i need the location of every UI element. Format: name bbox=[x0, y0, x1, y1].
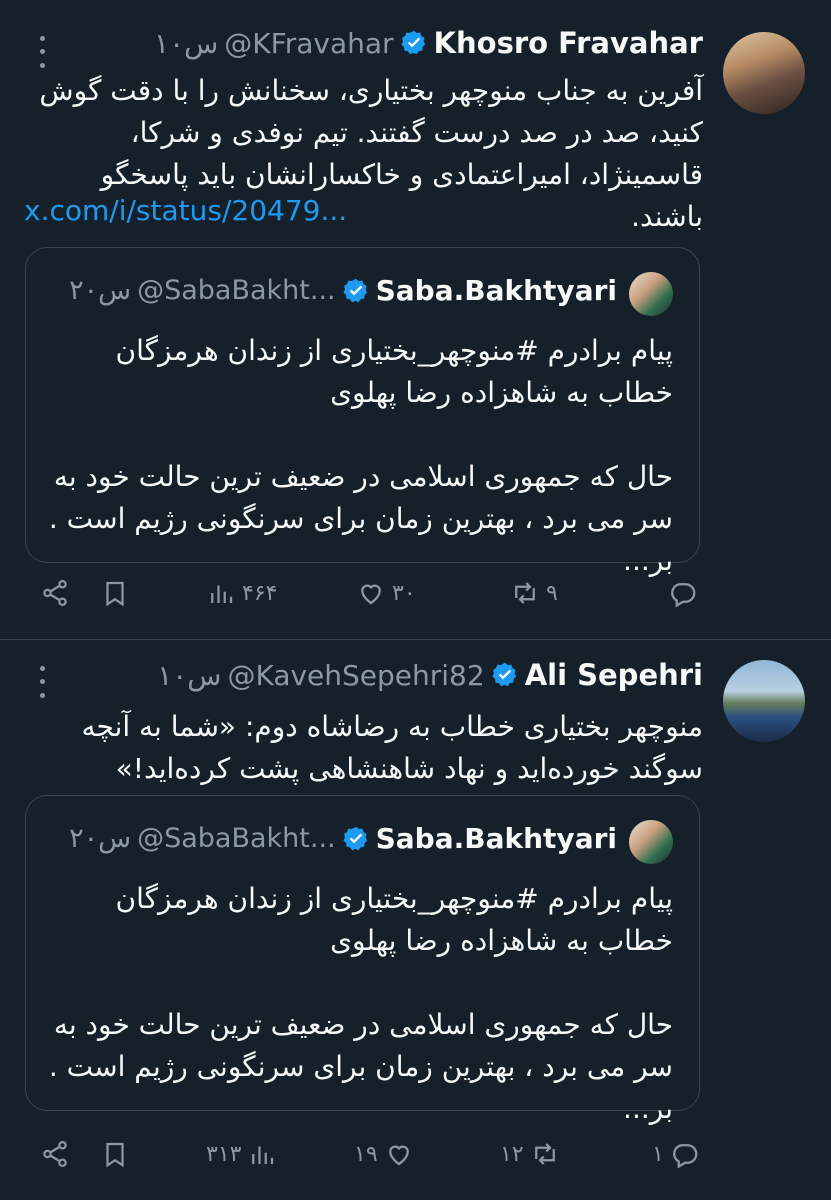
avatar[interactable] bbox=[723, 660, 805, 742]
action-bar: ۹ ۳۰ ۴۶۴ bbox=[0, 578, 831, 628]
retweet-count: ۱۲ bbox=[500, 1141, 524, 1167]
tweet-time[interactable]: ۱۰س bbox=[157, 659, 221, 692]
verified-badge-icon bbox=[343, 826, 367, 850]
reply-icon bbox=[671, 583, 696, 608]
verified-badge-icon bbox=[401, 30, 425, 55]
like-button[interactable]: ۳۰ bbox=[356, 578, 416, 608]
quote-time: ۲۰س bbox=[69, 823, 132, 854]
heart-icon bbox=[388, 1145, 409, 1166]
quote-author-name: Saba.Bakhtyari bbox=[375, 822, 617, 855]
bookmark-icon bbox=[106, 581, 124, 607]
author-name[interactable]: Khosro Fravahar bbox=[434, 26, 703, 60]
share-button[interactable] bbox=[40, 1139, 70, 1169]
retweet-count: ۹ bbox=[546, 580, 558, 606]
bookmark-button[interactable] bbox=[100, 578, 130, 608]
status-link[interactable]: x.com/i/status/20479... bbox=[24, 194, 347, 227]
tweet-header: Ali Sepehri @KavehSepehri82 ۱۰س bbox=[157, 658, 703, 692]
tweet-card[interactable]: Ali Sepehri @KavehSepehri82 ۱۰س منوچهر ب… bbox=[0, 640, 831, 1200]
tweet-time[interactable]: ۱۰س bbox=[154, 27, 218, 60]
retweet-button[interactable]: ۱۲ bbox=[500, 1139, 560, 1169]
quote-time: ۲۰س bbox=[69, 275, 132, 306]
quote-avatar bbox=[629, 820, 673, 864]
action-bar: ۱ ۱۲ ۱۹ ۳۱۳ bbox=[0, 1139, 831, 1189]
quote-paragraph: حال که جمهوری اسلامی در ضعیف ترین حالت خ… bbox=[48, 460, 673, 577]
quote-header: Saba.Bakhtyari @SabaBakht... ۲۰س bbox=[69, 822, 617, 855]
share-button[interactable] bbox=[40, 578, 70, 608]
quote-paragraph: پیام برادرم #منوچهر_بختیاری از زندان هرم… bbox=[115, 882, 673, 957]
like-count: ۱۹ bbox=[354, 1141, 378, 1167]
verified-badge-icon bbox=[343, 278, 367, 302]
tweet-text: منوچهر بختیاری خطاب به رضاشاه دوم: «شما … bbox=[81, 710, 703, 785]
quoted-tweet[interactable]: Saba.Bakhtyari @SabaBakht... ۲۰س پیام بر… bbox=[25, 247, 700, 577]
author-handle[interactable]: @KFravahar bbox=[224, 27, 393, 60]
view-count: ۳۱۳ bbox=[206, 1141, 242, 1167]
like-button[interactable]: ۱۹ bbox=[354, 1139, 414, 1169]
reply-button[interactable] bbox=[668, 578, 704, 608]
share-icon bbox=[43, 580, 67, 606]
avatar[interactable] bbox=[723, 32, 805, 114]
view-count: ۴۶۴ bbox=[242, 580, 278, 606]
bookmark-button[interactable] bbox=[100, 1139, 130, 1169]
quote-header: Saba.Bakhtyari @SabaBakht... ۲۰س bbox=[69, 274, 617, 307]
quote-avatar bbox=[629, 272, 673, 316]
like-count: ۳۰ bbox=[392, 580, 416, 606]
tweet-header: Khosro Fravahar @KFravahar ۱۰س bbox=[154, 26, 703, 60]
retweet-icon bbox=[534, 1143, 555, 1165]
quote-author-handle: @SabaBakht... bbox=[137, 823, 336, 854]
analytics-icon bbox=[211, 585, 233, 603]
verified-badge-icon bbox=[492, 662, 516, 687]
analytics-icon bbox=[252, 1146, 274, 1164]
heart-icon bbox=[361, 584, 381, 605]
quote-text: پیام برادرم #منوچهر_بختیاری از زندان هرم… bbox=[43, 330, 673, 582]
retweet-button[interactable]: ۹ bbox=[510, 578, 558, 608]
share-icon bbox=[43, 1141, 67, 1167]
bookmark-icon bbox=[106, 1142, 124, 1168]
retweet-icon bbox=[515, 582, 535, 604]
views-button[interactable]: ۴۶۴ bbox=[206, 578, 277, 608]
more-options-icon[interactable] bbox=[30, 32, 54, 72]
tweet-card[interactable]: Khosro Fravahar @KFravahar ۱۰س آفرین به … bbox=[0, 0, 831, 640]
author-handle[interactable]: @KavehSepehri82 bbox=[227, 659, 484, 692]
quote-paragraph: حال که جمهوری اسلامی در ضعیف ترین حالت خ… bbox=[48, 1008, 673, 1125]
quote-author-name: Saba.Bakhtyari bbox=[375, 274, 617, 307]
views-button[interactable]: ۳۱۳ bbox=[206, 1139, 277, 1169]
reply-button[interactable]: ۱ bbox=[652, 1139, 700, 1169]
quote-author-handle: @SabaBakht... bbox=[137, 275, 336, 306]
quoted-tweet[interactable]: Saba.Bakhtyari @SabaBakht... ۲۰س پیام بر… bbox=[25, 795, 700, 1125]
quote-paragraph: پیام برادرم #منوچهر_بختیاری از زندان هرم… bbox=[115, 334, 673, 409]
quote-text: پیام برادرم #منوچهر_بختیاری از زندان هرم… bbox=[43, 878, 673, 1130]
reply-count: ۱ bbox=[652, 1141, 664, 1167]
more-options-icon[interactable] bbox=[30, 662, 54, 702]
author-name[interactable]: Ali Sepehri bbox=[525, 658, 703, 692]
reply-icon bbox=[672, 1144, 698, 1169]
